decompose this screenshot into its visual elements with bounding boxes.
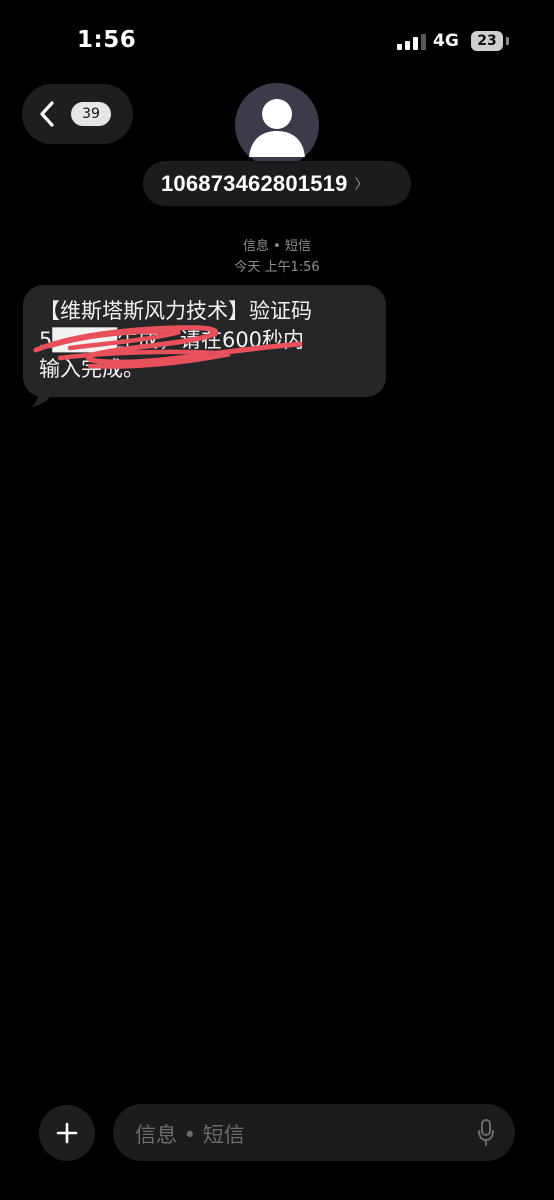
chevron-right-icon: 〉: [354, 176, 369, 193]
signal-bars-icon: [397, 34, 426, 50]
battery-icon: 23: [471, 31, 503, 51]
battery-tip: [506, 37, 509, 45]
status-bar: 1:56 4G 23: [0, 0, 554, 80]
message-timestamp: 今天 上午1:56: [234, 260, 320, 275]
unread-count-badge: 39: [71, 102, 111, 126]
message-line: 输入完成。: [39, 357, 144, 381]
message-line: 【维斯塔斯风力技术】验证码: [39, 299, 312, 323]
plus-icon: [56, 1122, 78, 1144]
contact-name-button[interactable]: 106873462801519 〉: [143, 161, 411, 206]
person-avatar-icon[interactable]: [235, 83, 319, 167]
avatar-silhouette: [249, 99, 305, 157]
network-type: 4G: [433, 31, 459, 51]
incoming-message-bubble[interactable]: 【维斯塔斯风力技术】验证码 5████生成，请在600秒内 输入完成。: [23, 285, 386, 397]
microphone-icon[interactable]: [477, 1119, 495, 1147]
back-button[interactable]: 39: [22, 84, 133, 144]
contact-number: 106873462801519: [161, 170, 348, 196]
service-label: 信息 • 短信: [243, 239, 311, 254]
chevron-left-icon: [40, 101, 54, 127]
status-time: 1:56: [77, 27, 137, 53]
bubble-tail: [32, 382, 52, 407]
message-input-placeholder: 信息 • 短信: [135, 1123, 245, 1147]
add-attachment-button[interactable]: [39, 1105, 95, 1161]
message-line: 5████生成，请在600秒内: [39, 328, 305, 352]
message-input[interactable]: 信息 • 短信: [113, 1104, 515, 1161]
